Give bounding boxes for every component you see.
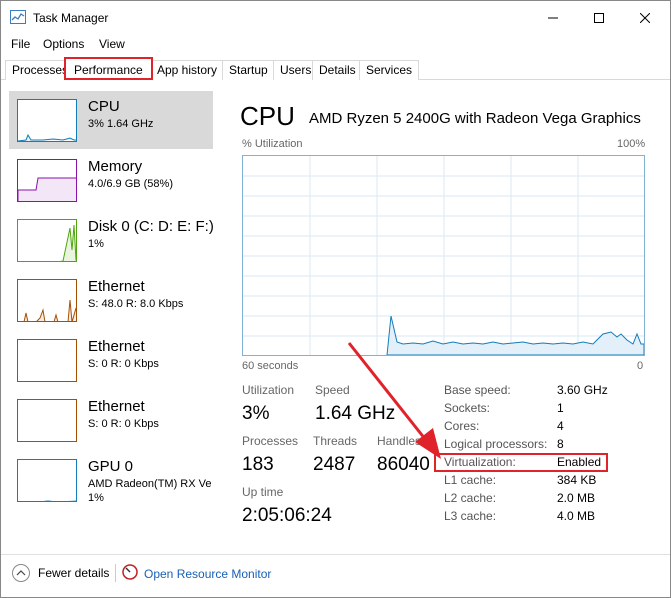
sidebar-ethernet-3-sub: S: 0 R: 0 Kbps bbox=[88, 418, 159, 430]
open-resource-monitor-link[interactable]: Open Resource Monitor bbox=[122, 564, 271, 583]
minimize-icon bbox=[547, 17, 558, 18]
graph-max-label: 100% bbox=[617, 138, 646, 150]
logical-processors-label: Logical processors: bbox=[444, 437, 548, 451]
minimize-button[interactable] bbox=[530, 1, 575, 34]
memory-thumbnail-graph bbox=[17, 159, 77, 202]
chevron-up-icon bbox=[12, 564, 30, 582]
sidebar-ethernet-3-title: Ethernet bbox=[88, 398, 145, 415]
title-bar[interactable]: Task Manager bbox=[1, 1, 670, 34]
close-icon bbox=[639, 12, 650, 23]
sidebar-disk-sub: 1% bbox=[88, 238, 104, 250]
handles-label: Handles bbox=[377, 434, 422, 448]
sidebar-disk-title: Disk 0 (C: D: E: F:) bbox=[88, 218, 214, 235]
sidebar-memory-sub: 4.0/6.9 GB (58%) bbox=[88, 178, 173, 190]
l2-cache-value: 2.0 MB bbox=[557, 491, 596, 505]
tab-performance[interactable]: Performance bbox=[64, 57, 153, 80]
page-title: CPU bbox=[240, 101, 295, 131]
graph-x-label: 60 seconds bbox=[242, 360, 299, 372]
menu-bar: File Options View bbox=[1, 35, 670, 55]
sidebar-item-disk[interactable]: Disk 0 (C: D: E: F:) 1% bbox=[9, 211, 214, 269]
sidebar-ethernet-1-title: Ethernet bbox=[88, 278, 145, 295]
sidebar-cpu-sub: 3% 1.64 GHz bbox=[88, 118, 154, 130]
cpu-detail-panel: CPU AMD Ryzen 5 2400G with Radeon Vega G… bbox=[221, 91, 670, 546]
l3-cache-value: 4.0 MB bbox=[557, 509, 596, 523]
sidebar-item-memory[interactable]: Memory 4.0/6.9 GB (58%) bbox=[9, 151, 213, 209]
uptime-label: Up time bbox=[242, 485, 284, 499]
fewer-details-button[interactable]: Fewer details bbox=[12, 564, 109, 582]
footer-divider bbox=[115, 564, 116, 582]
resource-monitor-icon bbox=[122, 564, 138, 583]
uptime-value: 2:05:06:24 bbox=[242, 505, 332, 526]
disk-thumbnail-graph bbox=[17, 219, 77, 262]
cpu-thumbnail-graph bbox=[17, 99, 77, 142]
resource-sidebar: CPU 3% 1.64 GHz Memory 4.0/6.9 GB (58%) … bbox=[1, 91, 214, 546]
base-speed-value: 3.60 GHz bbox=[557, 383, 608, 397]
speed-value: 1.64 GHz bbox=[315, 403, 396, 424]
ethernet-thumbnail-graph bbox=[17, 399, 77, 442]
sidebar-item-gpu[interactable]: GPU 0 AMD Radeon(TM) RX Ve 1% bbox=[9, 451, 213, 509]
maximize-icon bbox=[593, 12, 604, 23]
cpu-utilization-graph bbox=[242, 155, 645, 356]
fewer-details-label: Fewer details bbox=[38, 566, 110, 580]
sidebar-ethernet-2-sub: S: 0 R: 0 Kbps bbox=[88, 358, 159, 370]
gpu-thumbnail-graph bbox=[17, 459, 77, 502]
speed-label: Speed bbox=[315, 383, 350, 397]
sockets-label: Sockets: bbox=[444, 401, 491, 415]
sockets-value: 1 bbox=[557, 401, 564, 415]
threads-label: Threads bbox=[313, 434, 358, 448]
utilization-value: 3% bbox=[242, 403, 270, 424]
cores-value: 4 bbox=[557, 419, 564, 433]
l2-cache-label: L2 cache: bbox=[444, 491, 497, 505]
handles-value: 86040 bbox=[377, 454, 430, 475]
graph-x-end-label: 0 bbox=[637, 360, 644, 372]
close-button[interactable] bbox=[622, 1, 667, 34]
menu-file[interactable]: File bbox=[11, 37, 30, 51]
sidebar-memory-title: Memory bbox=[88, 158, 143, 175]
base-speed-label: Base speed: bbox=[444, 383, 511, 397]
task-manager-window: Task Manager File Options View Processes… bbox=[0, 0, 671, 598]
sidebar-item-cpu[interactable]: CPU 3% 1.64 GHz bbox=[9, 91, 213, 149]
tab-details[interactable]: Details bbox=[312, 60, 363, 80]
ethernet-thumbnail-graph bbox=[17, 339, 77, 382]
window-title: Task Manager bbox=[33, 11, 109, 25]
tab-app-history[interactable]: App history bbox=[150, 60, 225, 80]
l1-cache-label: L1 cache: bbox=[444, 473, 497, 487]
menu-options[interactable]: Options bbox=[43, 37, 84, 51]
graph-y-label: % Utilization bbox=[242, 138, 303, 150]
sidebar-ethernet-2-title: Ethernet bbox=[88, 338, 145, 355]
sidebar-cpu-title: CPU bbox=[88, 98, 120, 115]
tab-services[interactable]: Services bbox=[359, 60, 420, 80]
logical-processors-value: 8 bbox=[557, 437, 564, 451]
l1-cache-value: 384 KB bbox=[557, 473, 597, 487]
ethernet-thumbnail-graph bbox=[17, 279, 77, 322]
l3-cache-label: L3 cache: bbox=[444, 509, 497, 523]
resource-monitor-label: Open Resource Monitor bbox=[144, 566, 272, 581]
sidebar-gpu-title: GPU 0 bbox=[88, 458, 134, 475]
cpu-model-name: AMD Ryzen 5 2400G with Radeon Vega Graph… bbox=[309, 110, 641, 127]
utilization-label: Utilization bbox=[242, 383, 295, 397]
threads-value: 2487 bbox=[313, 454, 356, 475]
menu-view[interactable]: View bbox=[99, 37, 125, 51]
sidebar-item-ethernet-2[interactable]: Ethernet S: 0 R: 0 Kbps bbox=[9, 331, 213, 389]
sidebar-item-ethernet-1[interactable]: Ethernet S: 48.0 R: 8.0 Kbps bbox=[9, 271, 213, 329]
virtualization-highlight bbox=[434, 453, 608, 472]
maximize-button[interactable] bbox=[576, 1, 621, 34]
sidebar-gpu-sub: AMD Radeon(TM) RX Ve bbox=[88, 478, 212, 490]
tab-startup[interactable]: Startup bbox=[222, 60, 275, 80]
processes-label: Processes bbox=[242, 434, 299, 448]
footer-bar: Fewer details Open Resource Monitor bbox=[1, 554, 670, 598]
cores-label: Cores: bbox=[444, 419, 480, 433]
task-manager-icon bbox=[10, 10, 26, 24]
sidebar-item-ethernet-3[interactable]: Ethernet S: 0 R: 0 Kbps bbox=[9, 391, 213, 449]
sidebar-gpu-sub2: 1% bbox=[88, 492, 104, 504]
sidebar-ethernet-1-sub: S: 48.0 R: 8.0 Kbps bbox=[88, 298, 184, 310]
processes-value: 183 bbox=[242, 454, 274, 475]
